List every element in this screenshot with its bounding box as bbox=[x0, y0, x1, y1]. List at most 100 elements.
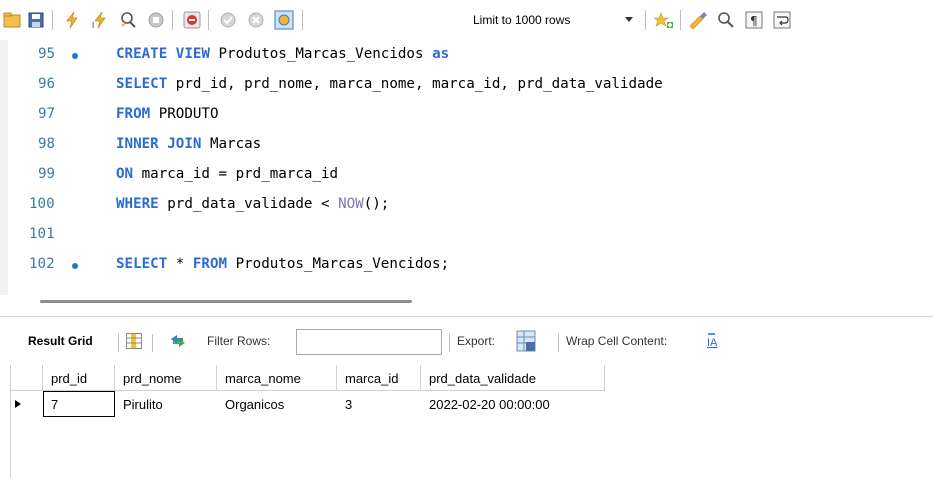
column-header[interactable]: prd_data_validade bbox=[421, 365, 605, 391]
limit-rows-select[interactable]: Limit to 1000 rows bbox=[463, 9, 639, 31]
result-grid[interactable]: prd_id prd_nome marca_nome marca_id prd_… bbox=[10, 365, 933, 478]
beautify-icon[interactable] bbox=[652, 8, 676, 32]
row-selector[interactable] bbox=[11, 391, 43, 417]
autocommit-toggle-icon[interactable] bbox=[272, 8, 296, 32]
code-text: ON marca_id = prd_marca_id bbox=[116, 166, 338, 182]
line-number: 96 bbox=[38, 76, 56, 92]
wrap-cell-content-icon[interactable]: IA bbox=[707, 333, 723, 354]
line-number: 97 bbox=[38, 106, 56, 122]
execute-cursor-lightning-icon[interactable]: I bbox=[88, 8, 112, 32]
export-label: Export: bbox=[457, 334, 496, 348]
sql-editor[interactable]: 95 CREATE VIEW Produtos_Marcas_Vencidos a… bbox=[0, 40, 933, 295]
column-header[interactable]: marca_nome bbox=[217, 365, 337, 391]
execute-lightning-icon[interactable] bbox=[60, 8, 84, 32]
toolbar-separator bbox=[645, 10, 646, 30]
code-token: Marcas bbox=[201, 136, 262, 152]
toolbar-separator bbox=[172, 10, 173, 30]
toggle-continue-on-error-icon[interactable] bbox=[180, 8, 204, 32]
table-cell[interactable]: 3 bbox=[337, 391, 421, 417]
refresh-icon[interactable] bbox=[168, 333, 188, 354]
table-cell[interactable]: Organicos bbox=[217, 391, 337, 417]
open-folder-icon[interactable] bbox=[0, 8, 24, 32]
result-grid-tab[interactable]: Result Grid bbox=[28, 334, 93, 348]
code-line[interactable]: 97 FROM PRODUTO bbox=[0, 100, 933, 130]
word-wrap-icon[interactable] bbox=[770, 8, 794, 32]
code-line[interactable]: 98 INNER JOIN Marcas bbox=[0, 130, 933, 160]
beautify-brush-icon[interactable] bbox=[686, 8, 710, 32]
line-number: 99 bbox=[38, 166, 56, 182]
svg-text:IA: IA bbox=[707, 337, 718, 349]
line-number: 98 bbox=[38, 136, 56, 152]
table-row[interactable]: 7 Pirulito Organicos 3 2022-02-20 00:00:… bbox=[11, 391, 611, 417]
code-text: SELECT prd_id, prd_nome, marca_nome, mar… bbox=[116, 76, 663, 92]
panel-splitter[interactable] bbox=[0, 316, 933, 317]
statement-marker-icon bbox=[72, 53, 78, 59]
code-text: SELECT * FROM Produtos_Marcas_Vencidos; bbox=[116, 256, 449, 272]
column-header[interactable]: prd_id bbox=[43, 365, 115, 391]
column-header[interactable]: prd_nome bbox=[115, 365, 217, 391]
commit-icon[interactable] bbox=[216, 8, 240, 32]
code-line[interactable]: 96 SELECT prd_id, prd_nome, marca_nome, m… bbox=[0, 70, 933, 100]
table-cell[interactable]: 7 bbox=[43, 391, 115, 417]
wrap-cell-content-label: Wrap Cell Content: bbox=[566, 334, 668, 348]
horizontal-scrollbar[interactable] bbox=[40, 300, 412, 303]
code-line[interactable]: 95 CREATE VIEW Produtos_Marcas_Vencidos a… bbox=[0, 40, 933, 70]
code-token: marca_id = prd_marca_id bbox=[133, 166, 339, 182]
limit-rows-label: Limit to 1000 rows bbox=[473, 13, 571, 27]
code-token: Produtos_Marcas_Vencidos bbox=[209, 46, 433, 62]
sql-editor-toolbar: I Limit to 1000 rows ¶ bbox=[0, 0, 933, 41]
sql-keyword: FROM bbox=[116, 106, 151, 122]
sql-keyword: WHERE bbox=[116, 196, 159, 212]
sql-keyword: INNER JOIN bbox=[116, 136, 202, 152]
export-icon[interactable] bbox=[516, 330, 536, 357]
filter-rows-input[interactable] bbox=[296, 329, 442, 355]
toolbar-separator bbox=[680, 10, 681, 30]
code-line[interactable]: 102 SELECT * FROM Produtos_Marcas_Vencido… bbox=[0, 250, 933, 280]
code-line[interactable]: 100 WHERE prd_data_validade < NOW(); bbox=[0, 190, 933, 220]
code-token: prd_data_validade < bbox=[158, 196, 339, 212]
code-text: INNER JOIN Marcas bbox=[116, 136, 261, 152]
line-number: 100 bbox=[29, 196, 55, 212]
stop-icon[interactable] bbox=[144, 8, 168, 32]
code-token: (); bbox=[363, 196, 390, 212]
chevron-down-icon bbox=[625, 17, 633, 22]
sql-keyword: as bbox=[432, 46, 450, 62]
table-cell[interactable]: 2022-02-20 00:00:00 bbox=[421, 391, 605, 417]
grid-view-icon[interactable] bbox=[126, 333, 142, 354]
code-token: PRODUTO bbox=[150, 106, 219, 122]
sql-keyword: ON bbox=[116, 166, 134, 182]
line-number: 101 bbox=[29, 226, 55, 242]
line-number: 95 bbox=[38, 46, 56, 62]
toolbar-separator bbox=[449, 334, 450, 352]
grid-header-row: prd_id prd_nome marca_nome marca_id prd_… bbox=[11, 365, 611, 391]
explain-magnifier-icon[interactable] bbox=[116, 8, 140, 32]
code-line[interactable]: 101 bbox=[0, 220, 933, 250]
toolbar-separator bbox=[208, 10, 209, 30]
toolbar-separator bbox=[302, 10, 303, 30]
invisible-chars-icon[interactable]: ¶ bbox=[742, 8, 766, 32]
result-toolbar: Result Grid Filter Rows: Export: Wrap Ce… bbox=[0, 324, 933, 360]
row-header-corner bbox=[11, 365, 43, 391]
line-number: 102 bbox=[29, 256, 55, 272]
svg-text:I: I bbox=[92, 21, 94, 29]
code-token: prd_id, prd_nome, marca_nome, marca_id, … bbox=[167, 76, 663, 92]
sql-keyword: SELECT bbox=[116, 256, 168, 272]
statement-marker-icon bbox=[72, 263, 78, 269]
sql-keyword: SELECT bbox=[116, 76, 168, 92]
column-header[interactable]: marca_id bbox=[337, 365, 421, 391]
code-text: CREATE VIEW Produtos_Marcas_Vencidos as bbox=[116, 46, 449, 62]
code-token: Produtos_Marcas_Vencidos; bbox=[227, 256, 450, 272]
toolbar-separator bbox=[52, 10, 53, 30]
code-token: * bbox=[167, 256, 193, 272]
table-cell[interactable]: Pirulito bbox=[115, 391, 217, 417]
code-line[interactable]: 99 ON marca_id = prd_marca_id bbox=[0, 160, 933, 190]
svg-text:¶: ¶ bbox=[750, 14, 758, 28]
sql-keyword: CREATE VIEW bbox=[116, 46, 210, 62]
sql-keyword: FROM bbox=[192, 256, 228, 272]
toolbar-separator bbox=[152, 334, 153, 352]
find-icon[interactable] bbox=[714, 8, 738, 32]
rollback-icon[interactable] bbox=[244, 8, 268, 32]
toolbar-separator bbox=[558, 334, 559, 352]
save-icon[interactable] bbox=[24, 8, 48, 32]
code-text: WHERE prd_data_validade < NOW(); bbox=[116, 196, 389, 212]
